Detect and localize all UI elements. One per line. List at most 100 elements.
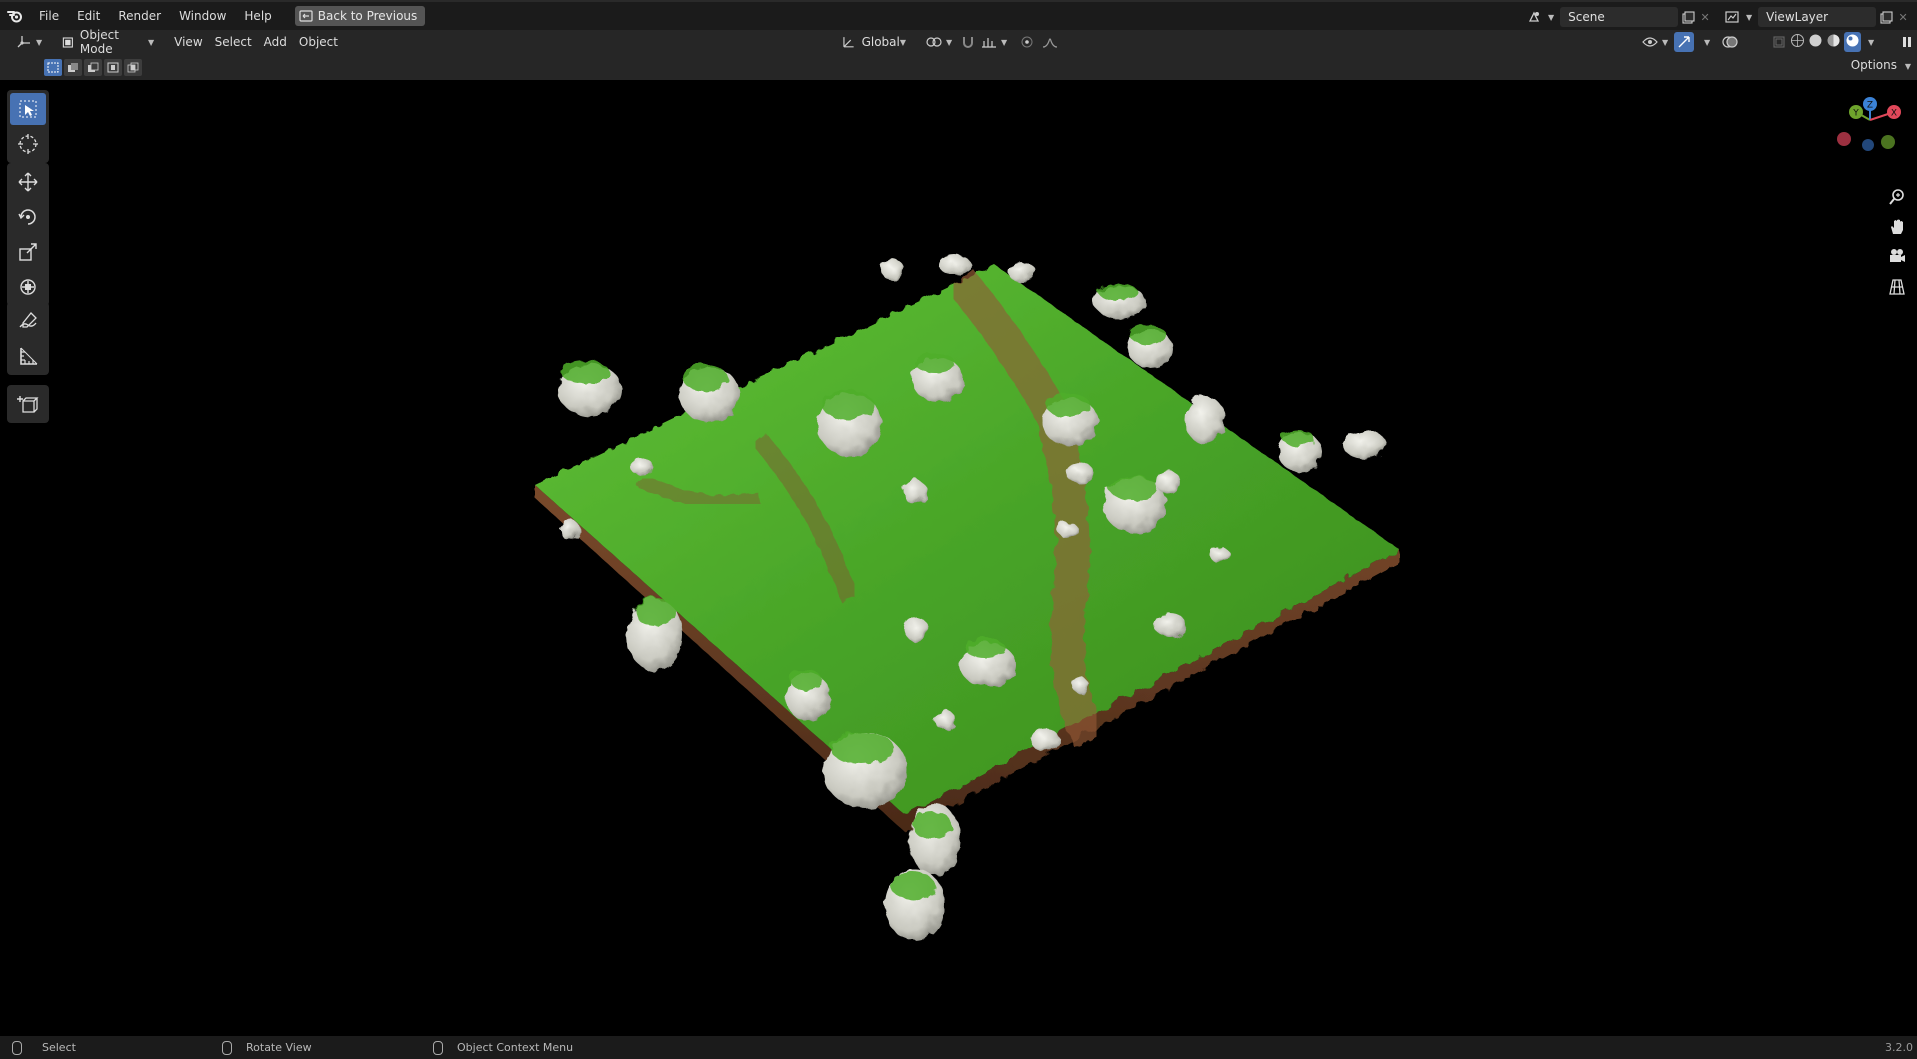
top-menu-bar: File Edit Render Window Help Back to Pre…	[0, 0, 1917, 30]
gizmo-y-label: Y	[1852, 109, 1859, 119]
annotate-icon[interactable]	[10, 305, 46, 337]
shading-mode-group: ▼	[1790, 32, 1874, 52]
select-intersect-icon[interactable]	[124, 59, 142, 76]
xray-toggle[interactable]	[1766, 32, 1792, 52]
overlays-toggle[interactable]	[1716, 32, 1744, 52]
toolbar-transform-group	[7, 163, 49, 306]
gizmo-z-label: Z	[1867, 101, 1873, 111]
scale-icon[interactable]	[10, 236, 46, 268]
mode-label: Object Mode	[79, 28, 119, 56]
object-visibility-dropdown[interactable]: ▼	[1636, 32, 1674, 52]
view-layer-name-field[interactable]: ViewLayer	[1758, 7, 1877, 27]
proportional-falloff-dropdown[interactable]	[1036, 32, 1064, 52]
rendered-grass-terrain	[535, 255, 1400, 941]
back-to-previous-button[interactable]: Back to Previous	[294, 6, 426, 26]
scene-icon	[1524, 7, 1544, 27]
status-select: Select	[12, 1040, 76, 1055]
select-invert-icon[interactable]	[104, 59, 122, 76]
transform-orientation-dropdown[interactable]: Global ▼	[836, 32, 912, 52]
select-box-icon[interactable]	[10, 93, 46, 125]
scene-name-field[interactable]: Scene	[1560, 7, 1679, 27]
gizmo-x-label: X	[1891, 109, 1897, 119]
pivot-point-dropdown[interactable]: ▼	[920, 32, 958, 52]
pan-hand-icon[interactable]	[1885, 215, 1909, 239]
3d-viewport[interactable]: Y Z X	[0, 80, 1917, 1036]
delete-view-layer-icon[interactable]: ✕	[1896, 11, 1910, 24]
mouse-right-icon	[433, 1040, 443, 1055]
new-scene-icon[interactable]	[1678, 7, 1698, 27]
proportional-edit-icon	[1021, 36, 1033, 48]
select-set-new-icon[interactable]	[44, 59, 62, 76]
mouse-middle-icon	[222, 1040, 232, 1055]
blender-logo-icon[interactable]	[0, 9, 30, 23]
pause-icon	[1903, 37, 1911, 47]
falloff-curve-icon	[1042, 38, 1058, 48]
visibility-chevron-icon: ▼	[1662, 37, 1669, 47]
scene-selector[interactable]: ▼ Scene ✕	[1524, 6, 1712, 28]
transform-orientation-label: Global	[861, 35, 900, 49]
mouse-left-icon	[12, 1040, 22, 1055]
camera-icon[interactable]	[1885, 244, 1909, 268]
snap-target-dropdown[interactable]: ▼	[975, 32, 1013, 52]
add-cube-icon[interactable]	[10, 388, 46, 420]
tool-settings-bar: Options ▼	[0, 54, 1917, 80]
editor-type-button[interactable]: ▼	[10, 32, 48, 52]
shading-chevron-icon[interactable]: ▼	[1868, 38, 1874, 47]
move-icon[interactable]	[10, 166, 46, 198]
back-screen-icon	[299, 10, 313, 22]
menu-object[interactable]: Object	[293, 32, 344, 52]
options-label: Options	[1850, 58, 1898, 72]
menu-edit[interactable]: Edit	[68, 5, 109, 27]
status-rotate-label: Rotate View	[246, 1041, 312, 1054]
rotate-icon[interactable]	[10, 201, 46, 233]
menu-file[interactable]: File	[30, 5, 68, 27]
editor-type-chevron-icon: ▼	[36, 37, 43, 47]
status-bar: Select Rotate View Object Context Menu 3…	[0, 1036, 1917, 1059]
wireframe-shading-icon[interactable]	[1790, 33, 1805, 51]
overlays-icon	[1722, 36, 1738, 48]
gizmo-icon	[1678, 36, 1690, 48]
menu-add[interactable]: Add	[258, 32, 293, 52]
view-layer-dropdown-chevron-icon[interactable]: ▼	[1746, 13, 1752, 22]
select-extend-icon[interactable]	[64, 59, 82, 76]
status-context-label: Object Context Menu	[457, 1041, 574, 1054]
navigation-gizmo[interactable]: Y Z X	[1830, 94, 1910, 164]
view-layer-icon	[1722, 7, 1742, 27]
options-dropdown[interactable]: Options ▼	[1851, 58, 1911, 72]
gizmo-toggle[interactable]	[1674, 32, 1694, 52]
menu-select[interactable]: Select	[209, 32, 258, 52]
gizmo-neg-x-axis[interactable]	[1837, 132, 1851, 146]
rendered-shading-icon[interactable]	[1844, 32, 1861, 52]
view-layer-selector[interactable]: ▼ ViewLayer ✕	[1722, 6, 1910, 28]
gizmo-neg-y-axis[interactable]	[1881, 135, 1895, 149]
3d-viewport-icon	[17, 36, 30, 48]
snap-magnet-icon	[963, 37, 973, 48]
version-label: 3.2.0	[1885, 1041, 1913, 1054]
pause-render-button[interactable]	[1896, 32, 1917, 52]
cursor-icon[interactable]	[10, 128, 46, 160]
pivot-chevron-icon: ▼	[946, 37, 953, 47]
xray-icon	[1773, 36, 1785, 48]
mode-dropdown[interactable]: Object Mode ▼	[56, 28, 160, 56]
zoom-icon[interactable]	[1885, 185, 1909, 209]
status-rotate: Rotate View	[222, 1040, 312, 1055]
back-to-previous-label: Back to Previous	[317, 9, 418, 23]
scene-dropdown-chevron-icon[interactable]: ▼	[1548, 13, 1554, 22]
object-mode-icon	[62, 36, 74, 48]
delete-scene-icon[interactable]: ✕	[1698, 11, 1712, 24]
snap-chevron-icon: ▼	[1001, 37, 1008, 47]
new-view-layer-icon[interactable]	[1876, 7, 1896, 27]
menu-window[interactable]: Window	[170, 5, 235, 27]
menu-view[interactable]: View	[168, 32, 208, 52]
gizmo-neg-z-axis[interactable]	[1862, 139, 1874, 151]
measure-icon[interactable]	[10, 340, 46, 372]
ortho-grid-icon[interactable]	[1885, 275, 1909, 299]
menu-help[interactable]: Help	[235, 5, 280, 27]
eye-icon	[1642, 37, 1658, 47]
solid-shading-icon[interactable]	[1808, 33, 1823, 51]
select-subtract-icon[interactable]	[84, 59, 102, 76]
menu-render[interactable]: Render	[109, 5, 170, 27]
gizmo-chevron-icon[interactable]: ▼	[1704, 38, 1710, 47]
transform-icon[interactable]	[10, 271, 46, 303]
material-shading-icon[interactable]	[1826, 33, 1841, 51]
